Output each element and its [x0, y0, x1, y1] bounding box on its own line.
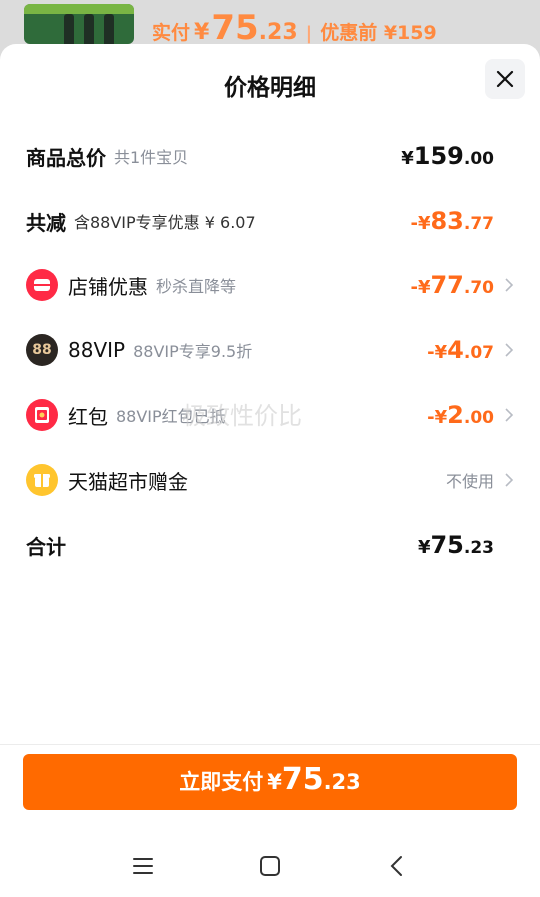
row-label: 红包: [68, 404, 108, 429]
row-total-discount: 共减 含88VIP专享优惠 ¥ 6.07 -¥ 83 .77: [26, 201, 514, 241]
watermark: 极致性价比: [182, 402, 302, 430]
row-grand-total: 合计 ¥ 75 .23: [26, 525, 514, 565]
chevron-right-icon: [496, 472, 514, 488]
gift-usage-value: 不使用: [445, 472, 494, 491]
close-button[interactable]: [485, 59, 525, 99]
row-tmall-gift[interactable]: 天猫超市赠金 不使用: [26, 460, 514, 500]
row-amount: -¥ 4 .07: [427, 336, 494, 364]
row-goods-total: 商品总价 共1件宝贝 ¥ 159 .00: [26, 136, 514, 176]
chevron-right-icon: [496, 407, 514, 423]
row-label: 合计: [26, 534, 66, 559]
price-detail-sheet: 价格明细 商品总价 共1件宝贝 ¥ 159 .00 共减 含88VIP专享优惠 …: [0, 44, 540, 897]
product-thumbnail: [24, 4, 134, 44]
home-square-icon: [259, 855, 280, 876]
gift-card-icon: [26, 464, 58, 496]
vip-88-icon: 88: [26, 334, 58, 366]
red-packet-icon: [26, 399, 58, 431]
chevron-right-icon: [496, 277, 514, 293]
row-label: 共减: [26, 210, 66, 235]
row-amount: ¥ 159 .00: [401, 142, 494, 170]
pay-now-button[interactable]: 立即支付 ¥ 75 .23: [23, 754, 517, 810]
row-amount: ¥ 75 .23: [417, 531, 494, 559]
row-store-discount[interactable]: 店铺优惠 秒杀直降等 -¥ 77 .70: [26, 265, 514, 305]
close-icon: [496, 70, 514, 88]
divider: [0, 744, 540, 745]
row-amount: -¥ 77 .70: [410, 271, 494, 299]
row-sub: 秒杀直降等: [156, 277, 237, 296]
row-sub: 共1件宝贝: [114, 148, 189, 167]
row-amount: -¥ 83 .77: [410, 207, 494, 235]
row-label: 商品总价: [26, 145, 106, 170]
back-nav-button[interactable]: [377, 846, 417, 886]
row-label: 88VIP: [68, 338, 126, 362]
row-label: 天猫超市赠金: [68, 469, 188, 494]
row-sub: 88VIP专享9.5折: [133, 342, 253, 361]
back-chevron-icon: [390, 855, 402, 876]
chevron-right-icon: [496, 342, 514, 358]
menu-nav-button[interactable]: [123, 846, 163, 886]
sheet-title: 价格明细: [224, 75, 316, 101]
background-paid-price: 实付 ¥ 75 .23 | 优惠前 ¥159: [152, 8, 437, 48]
row-amount: -¥ 2 .00: [427, 401, 494, 429]
system-navigation-bar: [0, 834, 540, 897]
menu-icon: [133, 857, 154, 874]
home-nav-button[interactable]: [250, 846, 290, 886]
store-coupon-icon: [26, 269, 58, 301]
row-label: 店铺优惠: [68, 274, 148, 299]
row-88vip[interactable]: 88 88VIP 88VIP专享9.5折 -¥ 4 .07: [26, 330, 514, 370]
row-sub: 含88VIP专享优惠 ¥ 6.07: [74, 213, 256, 232]
